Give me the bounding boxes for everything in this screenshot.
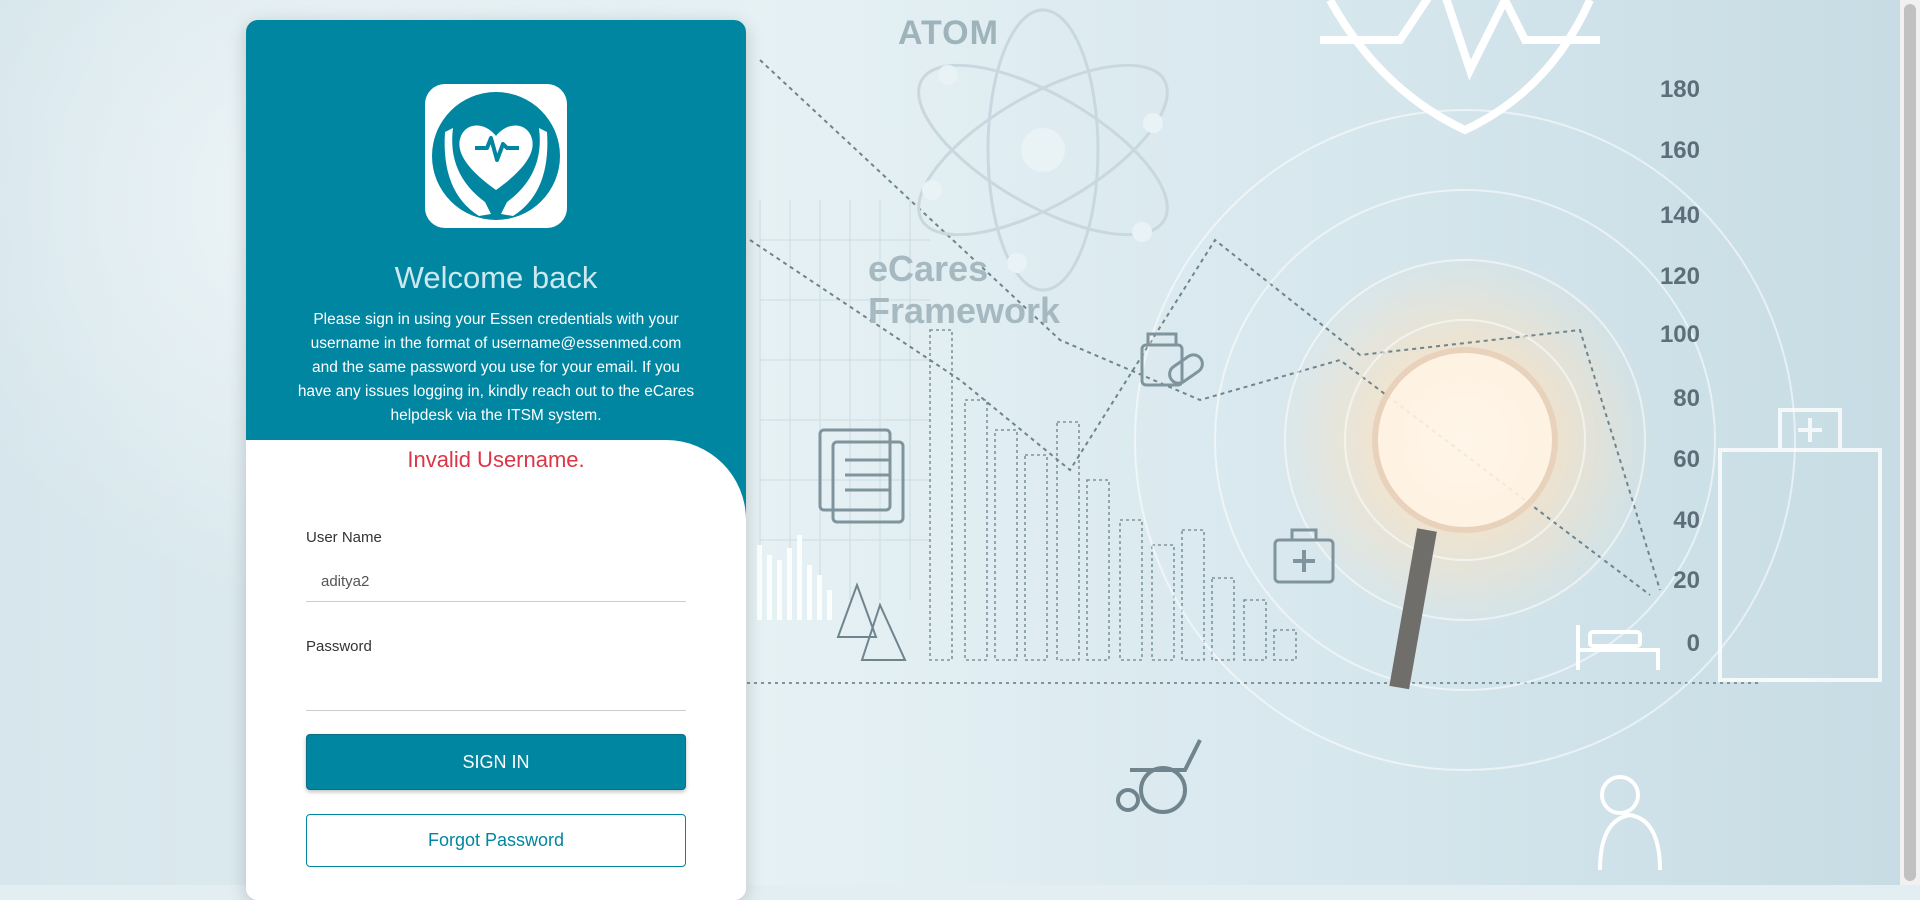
sign-in-button[interactable]: SIGN IN [306,734,686,790]
page-scrollbar[interactable] [1900,0,1920,885]
heart-hands-icon [425,84,567,228]
framework-title-line1: eCares [868,248,989,289]
username-input[interactable] [306,562,686,602]
y-axis-label: 180 [1659,76,1700,103]
error-message: Invalid Username. [407,447,585,472]
atom-title: ATOM [898,14,999,52]
scrollbar-thumb[interactable] [1904,4,1916,881]
y-axis-label: 0 [1686,630,1700,657]
y-axis-label: 120 [1659,263,1700,290]
username-label: User Name [306,529,382,546]
y-axis-label: 160 [1659,137,1700,164]
y-axis-label: 140 [1659,202,1700,229]
y-axis-label: 60 [1673,446,1700,473]
password-label: Password [306,638,372,655]
y-axis-label: 100 [1659,321,1700,348]
y-axis-label: 20 [1673,567,1700,594]
framework-title-line2: Framework [868,290,1061,331]
y-axis-label: 40 [1673,507,1700,534]
forgot-password-button[interactable]: Forgot Password [306,814,686,867]
password-input[interactable] [306,671,686,711]
sign-in-instructions: Please sign in using your Essen credenti… [297,311,695,424]
y-axis-label: 80 [1673,385,1700,412]
welcome-title: Welcome back [394,260,598,295]
login-card: Welcome back Please sign in using your E… [246,20,746,900]
